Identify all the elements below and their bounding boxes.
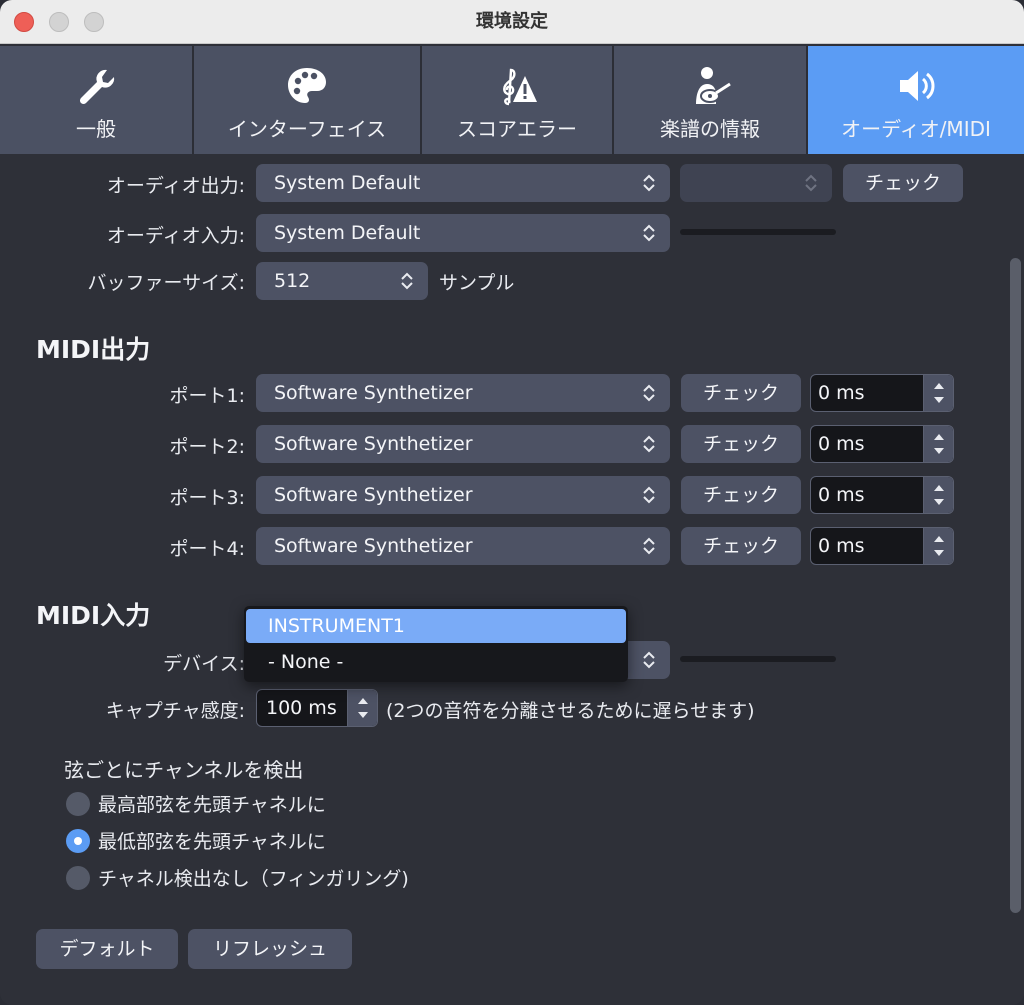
chevron-updown-icon (643, 537, 655, 555)
tab-audio-midi-label: オーディオ/MIDI (841, 117, 991, 141)
audio-output-select[interactable]: System Default (256, 164, 670, 202)
chevron-updown-icon (643, 384, 655, 402)
port-value: Software Synthetizer (274, 382, 473, 404)
port-value: Software Synthetizer (274, 535, 473, 557)
preferences-window: 環境設定 一般 インターフェイス スコアエラー 楽譜の情報 オーディオ/MIDI… (0, 0, 1024, 1005)
capture-sensitivity-stepper[interactable]: 100 ms (256, 689, 378, 727)
tab-interface-label: インターフェイス (227, 117, 387, 141)
stepper-arrows-icon (934, 485, 944, 505)
radio-label: 最低部弦を先頭チャネルに (98, 831, 326, 853)
port4-check-button[interactable]: チェック (681, 527, 801, 565)
midi-input-heading: MIDI入力 (36, 601, 151, 630)
menu-item-none[interactable]: - None - (246, 645, 626, 679)
radio-button[interactable] (66, 866, 90, 890)
radio-label: チャネル検出なし（フィンガリング) (98, 868, 409, 890)
port2-select[interactable]: Software Synthetizer (256, 425, 670, 463)
refresh-button[interactable]: リフレッシュ (188, 929, 352, 969)
chevron-updown-icon (805, 174, 817, 192)
guitarist-icon (696, 67, 731, 104)
port-delay-value: 0 ms (818, 535, 865, 557)
audio-output-channel-select[interactable] (680, 164, 832, 202)
scrollbar[interactable] (1010, 258, 1021, 913)
midi-output-heading: MIDI出力 (36, 335, 151, 364)
speaker-icon (900, 71, 935, 101)
capture-sensitivity-value: 100 ms (266, 697, 337, 719)
chevron-updown-icon (643, 435, 655, 453)
stepper-arrows-icon (934, 383, 944, 403)
buffer-size-label: バッファーサイズ: (87, 272, 245, 294)
port-delay-value: 0 ms (818, 382, 865, 404)
port2-check-button[interactable]: チェック (681, 425, 801, 463)
stepper-arrows[interactable] (923, 375, 953, 411)
palette-icon (288, 68, 326, 103)
wrench-icon (79, 69, 115, 105)
stepper-arrows[interactable] (923, 426, 953, 462)
port4-delay-stepper[interactable]: 0 ms (810, 527, 954, 565)
stepper-arrows[interactable] (923, 477, 953, 513)
buffer-size-value: 512 (274, 270, 311, 292)
tab-audio-midi[interactable]: オーディオ/MIDI (808, 46, 1024, 154)
audio-output-check-button[interactable]: チェック (843, 164, 963, 202)
default-button[interactable]: デフォルト (36, 929, 178, 969)
stepper-arrows[interactable] (923, 528, 953, 564)
port-label: ポート3: (169, 487, 246, 509)
port1-delay-stepper[interactable]: 0 ms (810, 374, 954, 412)
tab-score-errors[interactable]: スコアエラー (422, 46, 614, 154)
port4-select[interactable]: Software Synthetizer (256, 527, 670, 565)
port1-check-button[interactable]: チェック (681, 374, 801, 412)
audio-output-value: System Default (274, 172, 421, 194)
stepper-arrows[interactable] (347, 690, 377, 726)
port3-check-button[interactable]: チェック (681, 476, 801, 514)
capture-sensitivity-note: (2つの音符を分離させるために遅らせます) (386, 700, 755, 722)
port3-delay-stepper[interactable]: 0 ms (810, 476, 954, 514)
chevron-updown-icon (401, 272, 413, 290)
port-label: ポート1: (169, 385, 246, 407)
title-bar: 環境設定 (0, 0, 1024, 44)
tab-general[interactable]: 一般 (0, 46, 194, 154)
clef-warning-icon (503, 68, 537, 106)
radio-button[interactable] (66, 792, 90, 816)
midi-input-level-meter (680, 656, 836, 662)
chevron-updown-icon (643, 174, 655, 192)
audio-input-select[interactable]: System Default (256, 214, 670, 252)
audio-input-level-meter (680, 229, 836, 235)
port-label: ポート2: (169, 436, 246, 458)
chevron-updown-icon (643, 651, 655, 669)
channel-detection-heading: 弦ごとにチャンネルを検出 (64, 758, 304, 782)
port-delay-value: 0 ms (818, 433, 865, 455)
tab-general-label: 一般 (76, 117, 116, 141)
audio-input-label: オーディオ入力: (106, 225, 245, 247)
window-title: 環境設定 (476, 11, 548, 32)
stepper-arrows-icon (358, 698, 368, 718)
port-value: Software Synthetizer (274, 433, 473, 455)
device-label: デバイス: (163, 653, 245, 675)
audio-output-label: オーディオ出力: (106, 175, 245, 197)
port3-select[interactable]: Software Synthetizer (256, 476, 670, 514)
radio-button[interactable] (66, 829, 90, 853)
buffer-size-unit: サンプル (439, 272, 515, 294)
preferences-tabs: 一般 インターフェイス スコアエラー 楽譜の情報 オーディオ/MIDI (0, 46, 1024, 154)
menu-item-instrument1[interactable]: INSTRUMENT1 (246, 609, 626, 643)
radio-label: 最高部弦を先頭チャネルに (98, 794, 326, 816)
port2-delay-stepper[interactable]: 0 ms (810, 425, 954, 463)
tab-score-errors-label: スコアエラー (457, 117, 577, 141)
stepper-arrows-icon (934, 536, 944, 556)
buffer-size-select[interactable]: 512 (256, 262, 428, 300)
tab-score-info[interactable]: 楽譜の情報 (614, 46, 808, 154)
tab-interface[interactable]: インターフェイス (194, 46, 422, 154)
port-label: ポート4: (169, 538, 246, 560)
port-value: Software Synthetizer (274, 484, 473, 506)
port1-select[interactable]: Software Synthetizer (256, 374, 670, 412)
tab-score-info-label: 楽譜の情報 (660, 117, 760, 141)
port-delay-value: 0 ms (818, 484, 865, 506)
midi-device-menu: INSTRUMENT1 - None - (244, 606, 628, 682)
chevron-updown-icon (643, 224, 655, 242)
audio-input-value: System Default (274, 222, 421, 244)
chevron-updown-icon (643, 486, 655, 504)
capture-sensitivity-label: キャプチャ感度: (105, 700, 245, 722)
stepper-arrows-icon (934, 434, 944, 454)
